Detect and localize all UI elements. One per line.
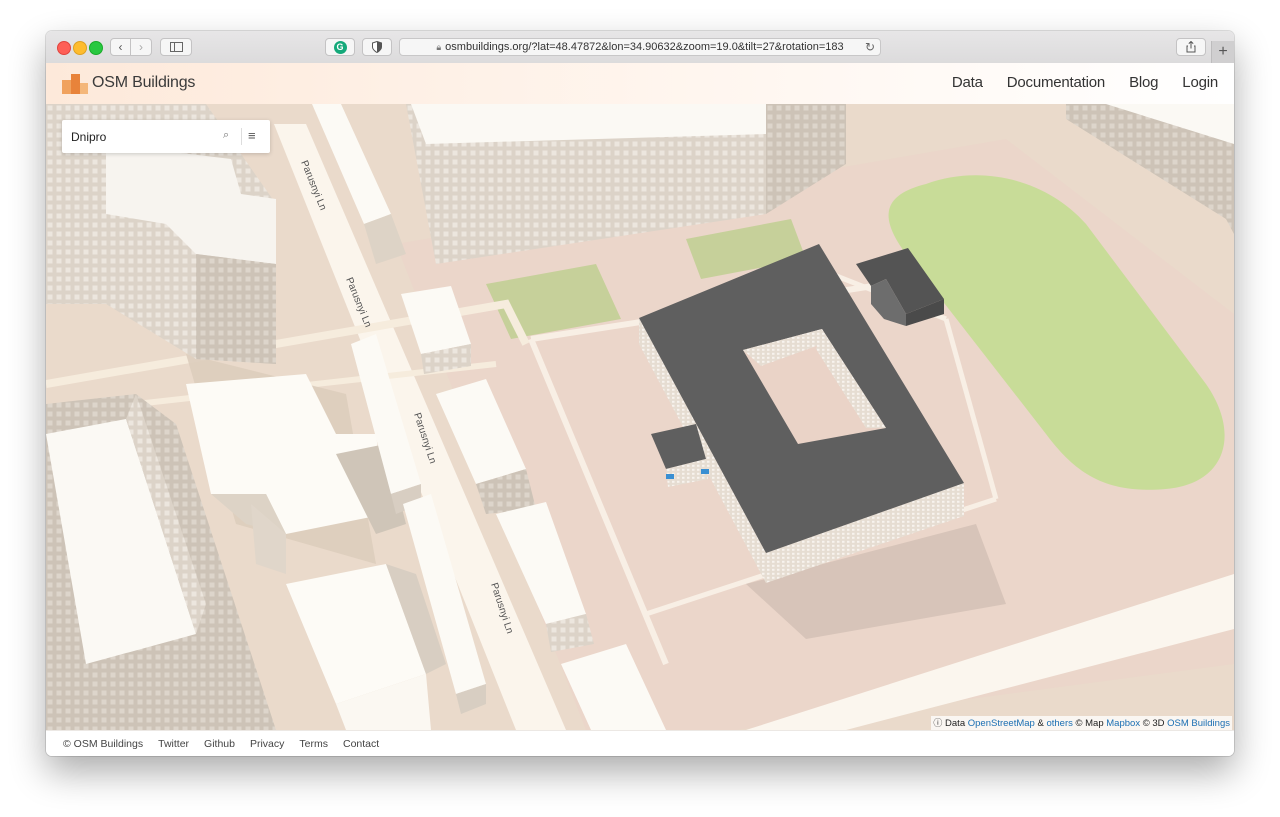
site-header: OSM Buildings Data Documentation Blog Lo… <box>46 63 1234 105</box>
map-attribution: ⓘ Data OpenStreetMap & others © Map Mapb… <box>931 716 1232 730</box>
search-icon[interactable]: ⌕ <box>223 129 229 142</box>
top-navigation: Data Documentation Blog Login <box>952 74 1218 91</box>
osm-buildings-logo-icon[interactable] <box>62 71 88 95</box>
share-button[interactable] <box>1176 38 1206 56</box>
map-canvas[interactable]: Pаrusnyi Ln Pаrusnyi Ln Pаrusnyi Ln Pаru… <box>46 104 1234 730</box>
zoom-window-button[interactable] <box>89 41 103 55</box>
nav-blog-link[interactable]: Blog <box>1129 74 1158 91</box>
attribution-data-label: Data <box>945 718 966 729</box>
attribution-ampersand: & <box>1037 718 1044 729</box>
entrance-canopy <box>666 474 674 479</box>
grammarly-icon: G <box>333 40 347 54</box>
attribution-3d-label: © 3D <box>1142 718 1165 729</box>
new-tab-button[interactable]: + <box>1211 41 1234 63</box>
map-3d-view[interactable]: Pаrusnyi Ln Pаrusnyi Ln Pаrusnyi Ln Pаru… <box>46 104 1234 730</box>
nav-data-link[interactable]: Data <box>952 74 983 91</box>
chevron-left-icon: ‹ <box>118 40 123 54</box>
minimize-window-button[interactable] <box>73 41 87 55</box>
openstreetmap-link[interactable]: OpenStreetMap <box>968 718 1035 729</box>
sidebar-toggle-button[interactable] <box>160 38 192 56</box>
footer-copyright: © OSM Buildings <box>63 737 144 750</box>
search-divider <box>241 128 242 145</box>
forward-button[interactable]: › <box>131 38 152 56</box>
footer-privacy-link[interactable]: Privacy <box>250 738 284 750</box>
entrance-canopy <box>701 469 709 474</box>
footer-twitter-link[interactable]: Twitter <box>158 738 189 750</box>
lock-icon: 🔒︎ <box>436 41 442 52</box>
grammarly-extension-button[interactable]: G <box>325 38 355 56</box>
footer-contact-link[interactable]: Contact <box>343 738 379 750</box>
back-button[interactable]: ‹ <box>110 38 131 56</box>
location-search-input[interactable] <box>62 120 221 153</box>
privacy-extension-button[interactable] <box>362 38 392 56</box>
hamburger-menu-icon[interactable]: ≡ <box>248 128 256 143</box>
nav-documentation-link[interactable]: Documentation <box>1007 74 1105 91</box>
footer-github-link[interactable]: Github <box>204 738 235 750</box>
browser-window: ‹ › G 🔒︎ osmbuildings.org/?lat=48.47872&… <box>46 31 1234 756</box>
footer-terms-link[interactable]: Terms <box>299 738 328 750</box>
location-search-box: ⌕ ≡ <box>62 120 270 153</box>
others-link[interactable]: others <box>1046 718 1072 729</box>
attribution-map-label: © Map <box>1075 718 1104 729</box>
shield-icon <box>372 41 382 53</box>
mapbox-link[interactable]: Mapbox <box>1106 718 1140 729</box>
osm-buildings-attribution-link[interactable]: OSM Buildings <box>1167 718 1230 729</box>
url-text: osmbuildings.org/?lat=48.47872&lon=34.90… <box>445 41 844 53</box>
share-icon <box>1186 41 1196 53</box>
reload-icon[interactable]: ↻ <box>865 40 875 54</box>
chevron-right-icon: › <box>139 40 143 54</box>
close-window-button[interactable] <box>57 41 71 55</box>
building-facade <box>196 254 276 364</box>
browser-toolbar: ‹ › G 🔒︎ osmbuildings.org/?lat=48.47872&… <box>46 31 1234 64</box>
address-bar[interactable]: 🔒︎ osmbuildings.org/?lat=48.47872&lon=34… <box>399 38 881 56</box>
brand-name[interactable]: OSM Buildings <box>92 74 195 92</box>
info-icon[interactable]: ⓘ <box>933 718 942 728</box>
site-footer: © OSM Buildings Twitter Github Privacy T… <box>46 730 1234 756</box>
sidebar-icon <box>169 42 183 52</box>
nav-login-link[interactable]: Login <box>1182 74 1218 91</box>
